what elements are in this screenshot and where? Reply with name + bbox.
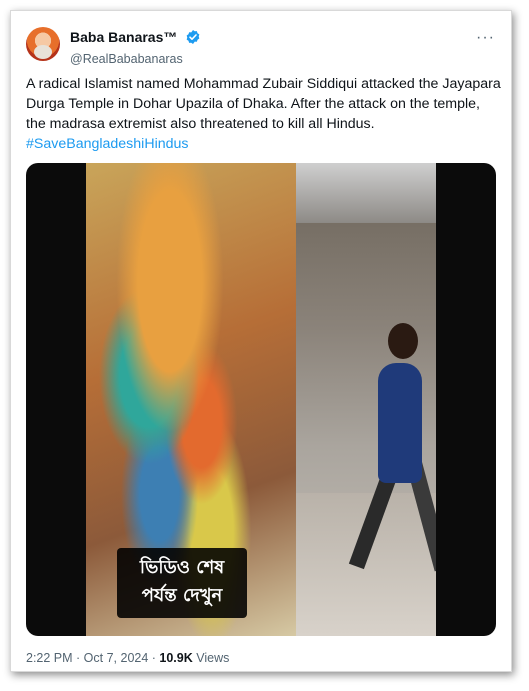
author-handle[interactable]: @RealBababanaras (70, 51, 201, 67)
tweet-time[interactable]: 2:22 PM (26, 651, 73, 665)
hashtag-link[interactable]: #SaveBangladeshiHindus (26, 136, 188, 152)
video-media[interactable]: ভিডিও শেষ পর্যন্ত দেখুন (26, 163, 496, 636)
person-figure (378, 363, 422, 483)
tweet-header: Baba Banaras™ @RealBababanaras ··· (26, 27, 499, 67)
tweet-body: A radical Islamist named Mohammad Zubair… (26, 76, 501, 132)
author-names: Baba Banaras™ @RealBababanaras (70, 29, 201, 67)
tweet-meta: 2:22 PM · Oct 7, 2024 · 10.9K Views (26, 651, 230, 665)
views-count: 10.9K (159, 651, 193, 665)
caption-line-1: ভিডিও শেষ (139, 557, 225, 578)
tweet-date[interactable]: Oct 7, 2024 (84, 651, 149, 665)
tweet-card: Baba Banaras™ @RealBababanaras ··· A rad… (10, 10, 512, 672)
verified-badge-icon[interactable] (185, 29, 201, 50)
tweet-text: A radical Islamist named Mohammad Zubair… (26, 74, 501, 154)
display-name[interactable]: Baba Banaras™ (70, 29, 177, 45)
avatar[interactable] (26, 27, 60, 61)
video-caption: ভিডিও শেষ পর্যন্ত দেখুন (117, 548, 247, 618)
caption-line-2: পর্যন্ত দেখুন (141, 585, 223, 606)
more-options-icon[interactable]: ··· (476, 29, 495, 47)
views-label: Views (192, 651, 230, 665)
